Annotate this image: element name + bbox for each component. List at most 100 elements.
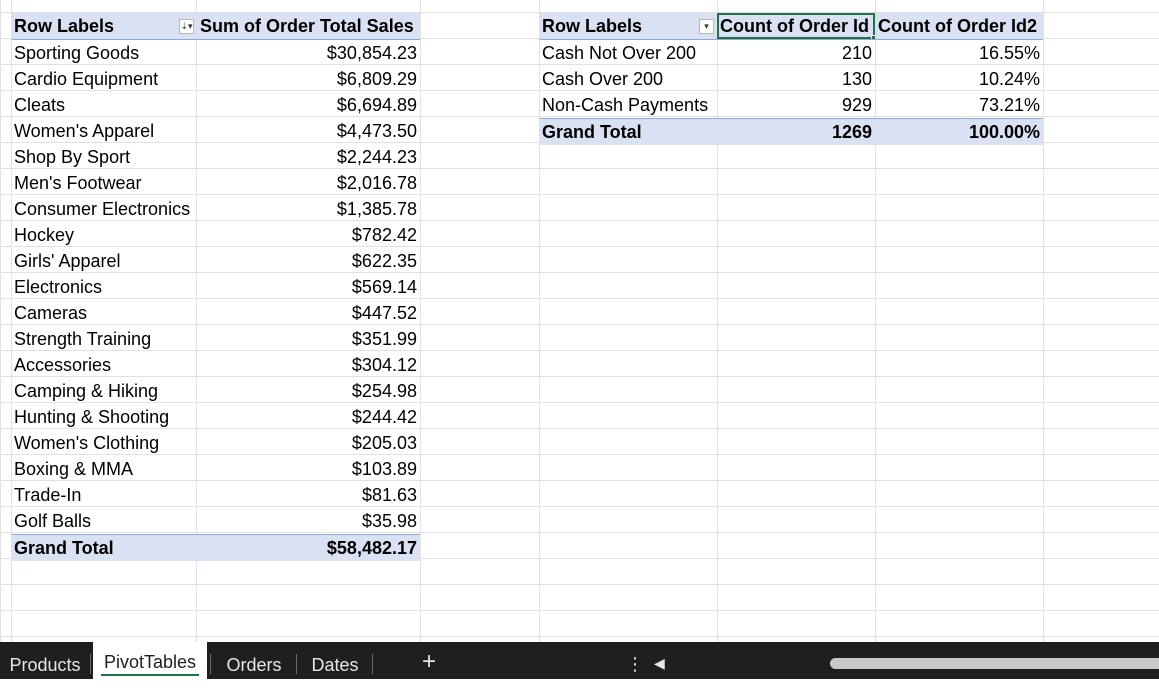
sales-value[interactable]: $447.52 (197, 300, 420, 326)
pivot-grand-total-row: Grand Total $58,482.17 (11, 534, 420, 561)
more-options-icon[interactable]: ⋮ (626, 654, 644, 675)
category-label[interactable]: Boxing & MMA (11, 456, 197, 482)
tab-separator (90, 654, 91, 674)
category-label[interactable]: Accessories (11, 352, 197, 378)
add-sheet-icon[interactable]: + (422, 648, 436, 676)
count-of-order-id-header-text: Count of Order Id (720, 16, 869, 36)
tab-dates[interactable]: Dates (298, 642, 372, 679)
category-label[interactable]: Women's Apparel (11, 118, 197, 144)
table-row: Consumer Electronics $1,385.78 (11, 196, 420, 222)
category-label[interactable]: Trade-In (11, 482, 197, 508)
table-row: Trade-In $81.63 (11, 482, 420, 508)
table-row: Cash Not Over 200 210 16.55% (539, 40, 1043, 66)
sheet-tab-bar: Products PivotTables Orders Dates + ⋮ ◀ (0, 642, 1159, 679)
sales-value[interactable]: $6,694.89 (197, 92, 420, 118)
pivot-grand-total-row: Grand Total 1269 100.00% (539, 118, 1043, 145)
table-row: Accessories $304.12 (11, 352, 420, 378)
count-of-order-id2-header[interactable]: Count of Order Id2 (875, 13, 1043, 39)
tab-separator (210, 654, 211, 674)
category-label[interactable]: Camping & Hiking (11, 378, 197, 404)
category-label[interactable]: Shop By Sport (11, 144, 197, 170)
sum-order-total-sales-header[interactable]: Sum of Order Total Sales (197, 13, 420, 39)
sales-value[interactable]: $205.03 (197, 430, 420, 456)
sales-value[interactable]: $81.63 (197, 482, 420, 508)
category-label[interactable]: Electronics (11, 274, 197, 300)
sales-value[interactable]: $622.35 (197, 248, 420, 274)
order-count-value[interactable]: 130 (717, 66, 875, 92)
category-label[interactable]: Women's Clothing (11, 430, 197, 456)
table-row: Shop By Sport $2,244.23 (11, 144, 420, 170)
order-percent-value[interactable]: 73.21% (875, 92, 1043, 118)
tab-products[interactable]: Products (0, 642, 90, 679)
tab-separator (296, 654, 297, 674)
active-tab-underline (101, 674, 199, 676)
grand-total-percent[interactable]: 100.00% (875, 119, 1043, 145)
table-row: Girls' Apparel $622.35 (11, 248, 420, 274)
category-label[interactable]: Sporting Goods (11, 40, 197, 66)
sales-value[interactable]: $4,473.50 (197, 118, 420, 144)
horizontal-scrollbar[interactable] (830, 658, 1159, 669)
sales-value[interactable]: $782.42 (197, 222, 420, 248)
grand-total-value[interactable]: $58,482.17 (197, 535, 420, 561)
category-label[interactable]: Strength Training (11, 326, 197, 352)
payment-type-label[interactable]: Cash Over 200 (539, 66, 717, 92)
order-count-value[interactable]: 929 (717, 92, 875, 118)
grand-total-label[interactable]: Grand Total (539, 119, 717, 145)
sales-value[interactable]: $35.98 (197, 508, 420, 534)
tab-pivottables[interactable]: PivotTables (93, 642, 207, 679)
table-row: Men's Footwear $2,016.78 (11, 170, 420, 196)
row-labels-header[interactable]: Row Labels ⇣▾ (11, 13, 197, 39)
table-row: Cleats $6,694.89 (11, 92, 420, 118)
row-labels-header[interactable]: Row Labels ▾ (539, 13, 717, 39)
pivot-table-sales-by-category: Row Labels ⇣▾ Sum of Order Total Sales S… (11, 13, 420, 561)
pivot2-rows: Cash Not Over 200 210 16.55% Cash Over 200 1… (539, 40, 1043, 118)
sales-value[interactable]: $6,809.29 (197, 66, 420, 92)
tab-orders[interactable]: Orders (212, 642, 296, 679)
category-label[interactable]: Hunting & Shooting (11, 404, 197, 430)
dropdown-filter-icon[interactable]: ▾ (699, 18, 714, 34)
table-row: Cash Over 200 130 10.24% (539, 66, 1043, 92)
spreadsheet-grid[interactable]: Row Labels ⇣▾ Sum of Order Total Sales S… (0, 0, 1159, 642)
table-row: Golf Balls $35.98 (11, 508, 420, 534)
scroll-left-icon[interactable]: ◀ (654, 655, 665, 672)
sort-descending-filter-icon[interactable]: ⇣▾ (179, 18, 194, 34)
grand-total-count[interactable]: 1269 (717, 119, 875, 145)
category-label[interactable]: Cleats (11, 92, 197, 118)
sales-value[interactable]: $351.99 (197, 326, 420, 352)
sales-value[interactable]: $103.89 (197, 456, 420, 482)
column-divider (420, 0, 421, 642)
table-row: Boxing & MMA $103.89 (11, 456, 420, 482)
column-divider (1043, 0, 1044, 642)
order-percent-value[interactable]: 10.24% (875, 66, 1043, 92)
table-row: Hockey $782.42 (11, 222, 420, 248)
table-row: Women's Clothing $205.03 (11, 430, 420, 456)
sales-value[interactable]: $30,854.23 (197, 40, 420, 66)
category-label[interactable]: Golf Balls (11, 508, 197, 534)
sales-value[interactable]: $2,244.23 (197, 144, 420, 170)
count-of-order-id-header[interactable]: Count of Order Id (717, 13, 875, 39)
category-label[interactable]: Cardio Equipment (11, 66, 197, 92)
sales-value[interactable]: $244.42 (197, 404, 420, 430)
category-label[interactable]: Cameras (11, 300, 197, 326)
category-label[interactable]: Men's Footwear (11, 170, 197, 196)
order-percent-value[interactable]: 16.55% (875, 40, 1043, 66)
payment-type-label[interactable]: Non-Cash Payments (539, 92, 717, 118)
sales-value[interactable]: $254.98 (197, 378, 420, 404)
row-labels-header-text: Row Labels (542, 16, 643, 36)
category-label[interactable]: Hockey (11, 222, 197, 248)
grand-total-label[interactable]: Grand Total (11, 535, 197, 561)
tab-separator (372, 654, 373, 674)
payment-type-label[interactable]: Cash Not Over 200 (539, 40, 717, 66)
sales-value[interactable]: $1,385.78 (197, 196, 420, 222)
pivot-header-row: Row Labels ⇣▾ Sum of Order Total Sales (11, 13, 420, 40)
pivot-table-payment-types: Row Labels ▾ Count of Order Id Count of … (539, 13, 1043, 145)
sales-value[interactable]: $569.14 (197, 274, 420, 300)
sales-value[interactable]: $2,016.78 (197, 170, 420, 196)
fill-handle[interactable] (871, 35, 875, 39)
tab-pivottables-label: PivotTables (103, 652, 197, 672)
sales-value[interactable]: $304.12 (197, 352, 420, 378)
category-label[interactable]: Consumer Electronics (11, 196, 197, 222)
category-label[interactable]: Girls' Apparel (11, 248, 197, 274)
table-row: Camping & Hiking $254.98 (11, 378, 420, 404)
order-count-value[interactable]: 210 (717, 40, 875, 66)
